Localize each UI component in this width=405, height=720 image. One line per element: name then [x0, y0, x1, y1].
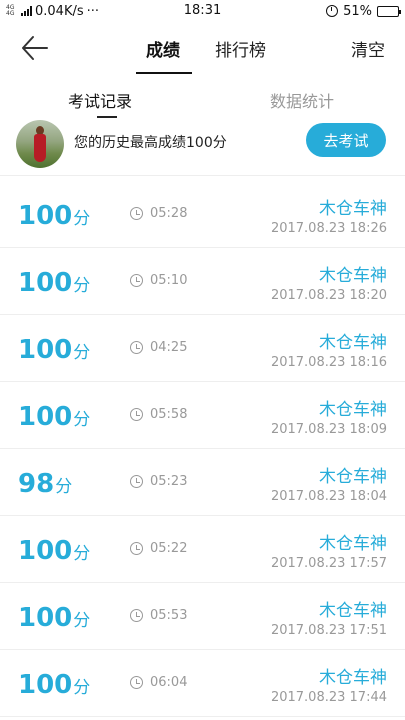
record-datetime: 2017.08.23 18:26	[270, 221, 387, 236]
subtab-data-stats[interactable]: 数据统计	[270, 88, 334, 112]
record-score: 100分	[18, 268, 90, 298]
score-unit: 分	[73, 410, 91, 430]
record-duration: 05:10	[150, 273, 188, 288]
record-row[interactable]: 100分 05:58 木仓车神 2017.08.23 18:09	[0, 382, 405, 449]
more-dots: ···	[86, 3, 100, 19]
score-value: 100	[18, 670, 73, 700]
status-bar: 4G 4G 0.04K/s ··· 18:31 51%	[0, 0, 405, 22]
score-value: 100	[18, 268, 73, 298]
record-duration: 05:22	[150, 541, 188, 556]
record-datetime: 2017.08.23 18:20	[270, 288, 387, 303]
record-row[interactable]: 100分 05:28 木仓车神 2017.08.23 18:26	[0, 181, 405, 248]
clock-icon	[130, 207, 143, 220]
record-score: 100分	[18, 536, 90, 566]
record-datetime: 2017.08.23 17:57	[270, 556, 387, 571]
record-user: 木仓车神	[319, 199, 387, 219]
avatar	[16, 120, 64, 168]
record-duration: 05:23	[150, 474, 188, 489]
network-type-label: 4G 4G	[6, 4, 15, 17]
back-button[interactable]	[20, 34, 50, 62]
record-datetime: 2017.08.23 18:16	[270, 355, 387, 370]
record-row[interactable]: 100分 05:53 木仓车神 2017.08.23 17:51	[0, 583, 405, 650]
status-right: 51%	[326, 3, 401, 19]
score-value: 100	[18, 603, 73, 633]
back-arrow-icon	[22, 36, 48, 60]
status-left: 4G 4G 0.04K/s ···	[6, 4, 99, 19]
score-value: 100	[18, 201, 73, 231]
score-value: 98	[18, 469, 55, 499]
score-unit: 分	[73, 276, 91, 296]
record-duration: 05:53	[150, 608, 188, 623]
battery-percent: 51%	[343, 3, 372, 19]
score-unit: 分	[73, 209, 91, 229]
clock-icon	[130, 475, 143, 488]
record-datetime: 2017.08.23 17:44	[270, 690, 387, 705]
clock-icon	[130, 341, 143, 354]
header: 成绩 排行榜 清空	[0, 22, 405, 76]
score-unit: 分	[73, 678, 91, 698]
record-score: 100分	[18, 670, 90, 700]
record-user: 木仓车神	[319, 467, 387, 487]
signal-icon	[21, 6, 32, 16]
record-list: 100分 05:28 木仓车神 2017.08.23 18:26 100分 05:10 木仓…	[0, 181, 405, 717]
record-score: 100分	[18, 402, 90, 432]
battery-icon	[377, 5, 401, 17]
record-user: 木仓车神	[319, 668, 387, 688]
record-duration: 05:58	[150, 407, 188, 422]
record-score: 98分	[18, 469, 72, 499]
record-datetime: 2017.08.23 18:04	[270, 489, 387, 504]
score-value: 100	[18, 536, 73, 566]
clock-icon	[130, 542, 143, 555]
record-row[interactable]: 98分 05:23 木仓车神 2017.08.23 18:04	[0, 449, 405, 516]
tab-ranking[interactable]: 排行榜	[215, 36, 266, 61]
tab-grade[interactable]: 成绩	[146, 36, 180, 61]
record-duration: 05:28	[150, 206, 188, 221]
best-score-bar: 您的历史最高成绩100分 去考试	[0, 118, 405, 176]
record-duration: 06:04	[150, 675, 188, 690]
alarm-icon	[326, 5, 339, 17]
record-row[interactable]: 100分 04:25 木仓车神 2017.08.23 18:16	[0, 315, 405, 382]
score-value: 100	[18, 402, 73, 432]
network-speed: 0.04K/s	[35, 3, 84, 19]
record-datetime: 2017.08.23 17:51	[270, 623, 387, 638]
score-unit: 分	[73, 343, 91, 363]
score-unit: 分	[55, 477, 73, 497]
record-row[interactable]: 100分 05:22 木仓车神 2017.08.23 17:57	[0, 516, 405, 583]
subtab-exam-records[interactable]: 考试记录	[68, 88, 132, 112]
record-score: 100分	[18, 335, 90, 365]
clock-icon	[130, 676, 143, 689]
clock-icon	[130, 274, 143, 287]
avatar-figure	[34, 134, 46, 162]
tab-active-underline	[136, 72, 192, 74]
score-unit: 分	[73, 611, 91, 631]
best-score-text: 您的历史最高成绩100分	[74, 135, 227, 151]
record-user: 木仓车神	[319, 266, 387, 286]
record-user: 木仓车神	[319, 333, 387, 353]
score-value: 100	[18, 335, 73, 365]
subtabs: 考试记录 数据统计	[0, 78, 405, 118]
record-user: 木仓车神	[319, 400, 387, 420]
clock-icon	[130, 408, 143, 421]
record-row[interactable]: 100分 06:04 木仓车神 2017.08.23 17:44	[0, 650, 405, 717]
record-datetime: 2017.08.23 18:09	[270, 422, 387, 437]
record-user: 木仓车神	[319, 534, 387, 554]
record-user: 木仓车神	[319, 601, 387, 621]
clear-button[interactable]: 清空	[351, 36, 385, 61]
record-score: 100分	[18, 201, 90, 231]
go-exam-button[interactable]: 去考试	[306, 123, 386, 157]
record-score: 100分	[18, 603, 90, 633]
clock-icon	[130, 609, 143, 622]
record-row[interactable]: 100分 05:10 木仓车神 2017.08.23 18:20	[0, 248, 405, 315]
record-duration: 04:25	[150, 340, 188, 355]
score-unit: 分	[73, 544, 91, 564]
